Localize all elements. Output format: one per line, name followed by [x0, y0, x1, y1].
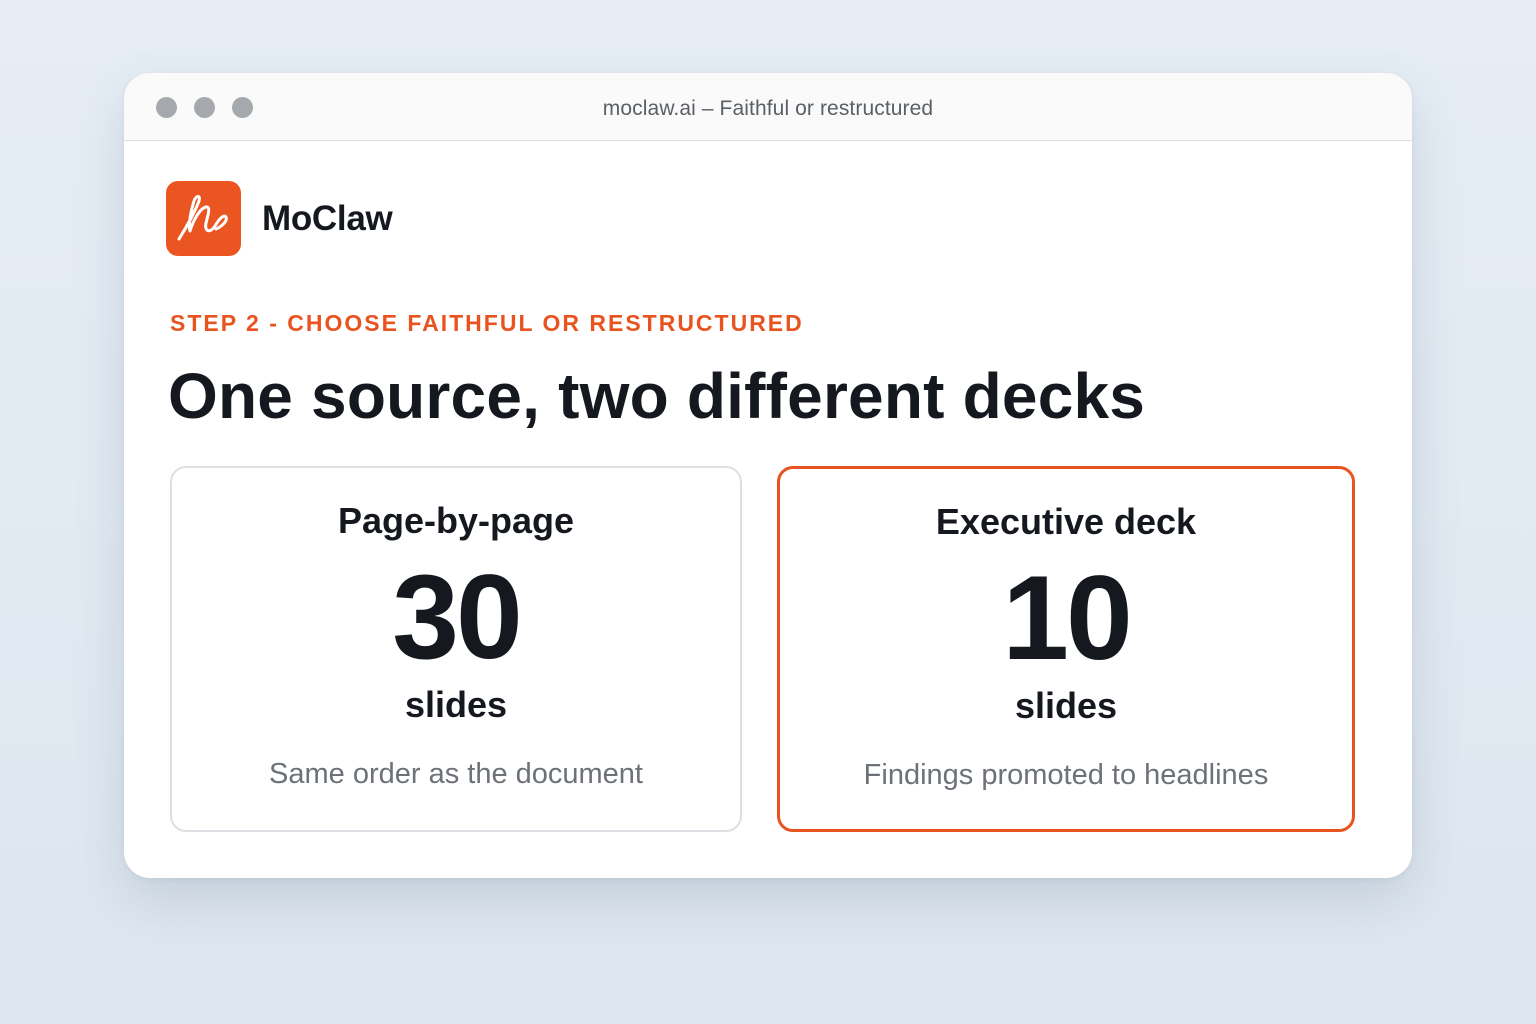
browser-window: moclaw.ai – Faithful or restructured MoC…	[124, 73, 1412, 878]
option-description: Findings promoted to headlines	[863, 759, 1269, 791]
slide-unit: slides	[404, 684, 508, 725]
brand-name: MoClaw	[262, 199, 393, 238]
option-card-executive-deck[interactable]: Executive deck 10 slides Findings promot…	[777, 466, 1355, 832]
slide-count: 10	[1002, 551, 1132, 685]
option-description: Same order as the document	[269, 758, 643, 790]
slide-unit: slides	[1014, 685, 1118, 726]
page-title: One source, two different decks	[168, 360, 1146, 432]
window-title: moclaw.ai – Faithful or restructured	[602, 97, 934, 120]
title-bar: moclaw.ai – Faithful or restructured	[124, 73, 1412, 141]
step-label: STEP 2 - CHOOSE FAITHFUL OR RESTRUCTURED	[170, 310, 804, 336]
slide-count: 30	[392, 550, 522, 684]
moclaw-logo-icon	[166, 181, 241, 256]
option-title: Page-by-page	[337, 500, 575, 541]
option-title: Executive deck	[935, 501, 1197, 542]
option-card-page-by-page[interactable]: Page-by-page 30 slides Same order as the…	[170, 466, 742, 832]
